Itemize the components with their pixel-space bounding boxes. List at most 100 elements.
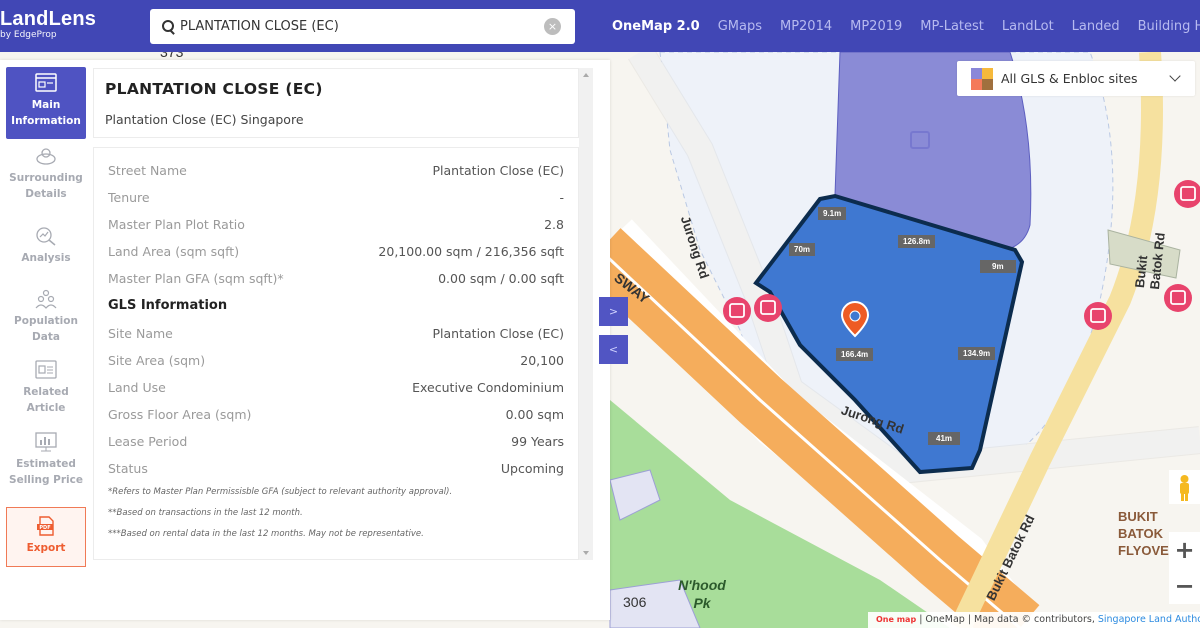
detail-row: Master Plan GFA (sqm sqft)* 0.00 sqm / 0.… xyxy=(108,271,564,291)
gls-row: Lease Period 99 Years xyxy=(108,434,564,454)
swatch-cell xyxy=(971,67,982,79)
dimension-label: 166.4m xyxy=(836,348,874,361)
gls-key: Lease Period xyxy=(108,434,188,449)
sidebar-label: Estimated xyxy=(16,458,76,470)
scroll-up-arrow-icon[interactable] xyxy=(583,73,589,77)
svg-text:PDF: PDF xyxy=(39,525,50,531)
tab-onemap[interactable]: OneMap 2.0 xyxy=(612,19,700,34)
collapse-panel-button[interactable]: < xyxy=(599,335,628,364)
scroll-down-arrow-icon[interactable] xyxy=(583,551,589,555)
block-label-373: 373 xyxy=(160,52,184,60)
pdf-icon: PDF xyxy=(37,516,54,536)
block-label-306: 306 xyxy=(623,594,647,610)
sidebar-label: Related xyxy=(23,386,69,398)
tab-landed[interactable]: Landed xyxy=(1072,19,1120,34)
gls-section-heading: GLS Information xyxy=(108,298,228,313)
detail-row: Master Plan Plot Ratio 2.8 xyxy=(108,217,564,237)
clear-search-icon[interactable]: × xyxy=(544,18,561,35)
attribution-text: | OneMap | Map data © contributors, xyxy=(916,614,1098,625)
layer-select-label: All GLS & Enbloc sites xyxy=(1001,71,1138,86)
sidebar-label: Details xyxy=(25,188,67,200)
gls-value: 20,100 xyxy=(520,353,564,368)
tab-gmaps[interactable]: GMaps xyxy=(718,19,762,34)
layer-select-dropdown[interactable]: All GLS & Enbloc sites xyxy=(957,61,1195,96)
sidebar-item-estimated-selling-price[interactable]: Estimated Selling Price xyxy=(6,432,86,488)
sla-link[interactable]: Singapore Land Authority xyxy=(1098,614,1200,625)
location-area-icon xyxy=(36,148,56,165)
logo[interactable]: LandLens by EdgeProp xyxy=(0,8,96,41)
tab-mp2019[interactable]: MP2019 xyxy=(850,19,902,34)
chart-monitor-icon xyxy=(35,432,57,452)
gls-key: Site Name xyxy=(108,326,173,341)
tab-mp2014[interactable]: MP2014 xyxy=(780,19,832,34)
sidebar-item-surrounding-details[interactable]: Surrounding Details xyxy=(6,146,86,202)
search-input[interactable] xyxy=(180,19,540,34)
expand-panel-button[interactable]: > xyxy=(599,297,628,326)
detail-value: 0.00 sqm / 0.00 sqft xyxy=(438,271,564,286)
detail-key: Tenure xyxy=(108,190,150,205)
dimension-label: 9.1m xyxy=(818,207,847,220)
detail-key: Street Name xyxy=(108,163,187,178)
sidebar-label: Information xyxy=(11,115,81,127)
swatch-cell xyxy=(982,78,993,90)
sidebar-item-population-data[interactable]: Population Data xyxy=(6,289,86,345)
dimension-label: 70m xyxy=(789,243,816,256)
sidebar-item-analysis[interactable]: Analysis xyxy=(6,226,86,266)
map-attribution: One map | OneMap | Map data © contributo… xyxy=(868,612,1200,628)
onemap-logo: One map xyxy=(876,615,917,624)
swatch-cell xyxy=(982,67,993,79)
swatch-cell xyxy=(971,78,982,90)
analysis-icon xyxy=(36,227,56,246)
sidebar-label: Main xyxy=(31,99,61,111)
tab-mp-latest[interactable]: MP-Latest xyxy=(920,19,984,34)
bus-stop-icon xyxy=(1164,284,1192,312)
street-view-pegman-icon[interactable] xyxy=(1169,470,1200,504)
gls-key: Land Use xyxy=(108,380,166,395)
footnote: ***Based on rental data in the last 12 m… xyxy=(108,529,424,539)
dimension-label: 41m xyxy=(928,432,961,445)
gls-value: 99 Years xyxy=(511,434,564,449)
gls-row: Site Area (sqm) 20,100 xyxy=(108,353,564,373)
sidebar-item-main-information[interactable]: Main Information xyxy=(6,67,86,139)
footnote: *Refers to Master Plan Permissisble GFA … xyxy=(108,487,453,497)
detail-key: Master Plan GFA (sqm sqft)* xyxy=(108,271,284,286)
detail-row: Land Area (sqm sqft) 20,100.00 sqm / 216,… xyxy=(108,244,564,264)
logo-name: LandLens xyxy=(0,8,97,30)
detail-row: Street Name Plantation Close (EC) xyxy=(108,163,564,183)
gls-row: Site Name Plantation Close (EC) xyxy=(108,326,564,346)
top-bar: LandLens by EdgeProp × OneMap 2.0 GMaps … xyxy=(0,0,1200,52)
window-icon xyxy=(35,73,57,92)
dimension-label: 9m xyxy=(980,260,1016,273)
sidebar-label: Surrounding xyxy=(9,172,83,184)
sidebar-label: Data xyxy=(32,331,60,343)
sidebar-item-related-article[interactable]: Related Article xyxy=(6,360,86,416)
property-content: PLANTATION CLOSE (EC) Plantation Close (… xyxy=(93,68,579,560)
chevron-down-icon xyxy=(1169,70,1181,82)
detail-value: - xyxy=(559,190,564,205)
article-icon xyxy=(35,360,57,379)
content-scrollbar[interactable] xyxy=(579,68,593,560)
export-button[interactable]: PDF Export xyxy=(6,507,86,567)
sidebar-label: Analysis xyxy=(21,252,71,264)
bus-stop-icon xyxy=(754,294,782,322)
bus-stop-icon xyxy=(723,297,751,325)
gls-value: Upcoming xyxy=(500,461,564,476)
zoom-controls: + − xyxy=(1169,532,1200,604)
zoom-in-button[interactable]: + xyxy=(1169,532,1200,568)
property-title: PLANTATION CLOSE (EC) xyxy=(105,80,323,98)
detail-value: Plantation Close (EC) xyxy=(432,163,564,178)
property-subtitle: Plantation Close (EC) Singapore xyxy=(105,112,304,127)
dimension-label: 134.9m xyxy=(958,347,996,360)
detail-key: Land Area (sqm sqft) xyxy=(108,244,240,259)
property-header-card: PLANTATION CLOSE (EC) Plantation Close (… xyxy=(93,68,579,138)
gls-row: Status Upcoming xyxy=(108,461,564,481)
tab-building-height[interactable]: Building Heigh xyxy=(1138,19,1200,34)
sidebar-label: Article xyxy=(26,402,66,414)
tab-landlot[interactable]: LandLot xyxy=(1002,19,1054,34)
layer-swatch-icon xyxy=(971,67,993,90)
sidebar-label: Selling Price xyxy=(9,474,83,486)
dimension-label: 126.8m xyxy=(898,235,936,248)
zoom-out-button[interactable]: − xyxy=(1169,568,1200,604)
search-icon xyxy=(162,19,176,34)
park-label: N'hood Pk xyxy=(678,577,726,611)
